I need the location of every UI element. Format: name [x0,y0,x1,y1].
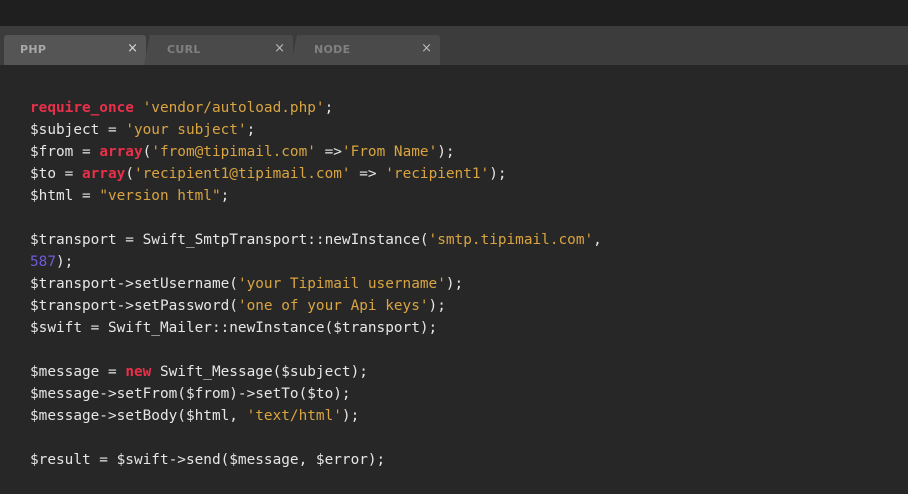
code-string: 'text/html' [246,408,342,424]
code-string: 'smtp.tipimail.com' [428,232,594,248]
code-text: $transport->setUsername( [30,276,238,292]
tab-php[interactable]: PHP × [4,35,146,65]
code-string: 'your Tipimail username' [237,276,446,292]
code-string: 'your subject' [125,122,247,138]
code-line: $transport->setUsername('your Tipimail u… [30,273,602,295]
tab-node-close-icon[interactable]: × [421,41,432,56]
code-text: ( [142,144,152,160]
php-code-block[interactable]: require_once 'vendor/autoload.php'; $subj… [30,97,602,471]
code-line: $to = array('recipient1@tipimail.com' =>… [30,163,602,185]
code-text: $from = [30,144,100,160]
code-string: "version html" [99,188,221,204]
code-text: $to = [30,166,82,182]
code-text: ); [489,166,507,182]
code-keyword: array [99,144,143,160]
blank-code-line [30,339,602,361]
code-text: $html = [30,188,100,204]
tab-curl[interactable]: CURL × [151,35,293,65]
blank-code-line [30,427,602,449]
code-text: ); [56,254,74,270]
code-line: $result = $swift->send($message, $error)… [30,449,602,471]
code-text: ); [428,298,446,314]
code-line: $transport = Swift_SmtpTransport::newIns… [30,229,602,251]
window-top-bar [0,0,908,26]
code-line: $from = array('from@tipimail.com' =>'Fro… [30,141,602,163]
code-line: $swift = Swift_Mailer::newInstance($tran… [30,317,602,339]
code-line: 587); [30,251,602,273]
language-tab-bar: PHP × CURL × NODE × [0,26,908,65]
code-keyword: new [125,364,152,380]
code-text: ( [125,166,134,182]
tab-node-label: NODE [314,43,351,56]
code-text: $subject = [30,122,126,138]
code-text: ; [246,122,256,138]
code-string: 'From Name' [341,144,438,160]
code-text: $result = $swift->send($message, $error)… [30,452,386,468]
code-text: $transport = Swift_SmtpTransport::newIns… [30,232,429,248]
tab-curl-close-icon[interactable]: × [274,41,285,56]
code-line: $message->setBody($html, 'text/html'); [30,405,602,427]
tab-node[interactable]: NODE × [298,35,440,65]
code-line: $message->setFrom($from)->setTo($to); [30,383,602,405]
code-text: Swift_Message($subject); [151,364,368,380]
code-text: $message = [30,364,126,380]
code-string: 'recipient1@tipimail.com' [133,166,351,182]
code-text: ; [324,100,334,116]
tab-php-label: PHP [20,43,47,56]
tab-curl-label: CURL [167,43,201,56]
code-text: $message->setFrom($from)->setTo($to); [30,386,351,402]
code-sample-window: PHP × CURL × NODE × require_once 'vendor… [0,0,908,494]
code-line: $html = "version html"; [30,185,602,207]
code-text: , [593,232,602,248]
code-number: 587 [30,254,56,270]
code-string: 'from@tipimail.com' [151,144,316,160]
code-text: ; [220,188,230,204]
code-text: => [315,144,342,160]
code-text: => [350,166,386,182]
code-line: $transport->setPassword('one of your Api… [30,295,602,317]
code-string: 'vendor/autoload.php' [142,100,325,116]
code-string: 'one of your Api keys' [237,298,429,314]
code-line: require_once 'vendor/autoload.php'; [30,97,602,119]
code-string: 'recipient1' [385,166,490,182]
code-text: ); [445,276,464,292]
code-keyword: require_once [30,100,134,116]
blank-code-line [30,207,602,229]
code-line: $message = new Swift_Message($subject); [30,361,602,383]
code-text: $message->setBody($html, [30,408,247,424]
tab-php-close-icon[interactable]: × [127,41,138,56]
code-text: ); [341,408,360,424]
code-text: $transport->setPassword( [30,298,238,314]
code-text: $swift = Swift_Mailer::newInstance($tran… [30,320,438,336]
code-text: ); [437,144,455,160]
code-line: $subject = 'your subject'; [30,119,602,141]
code-keyword: array [81,166,126,182]
